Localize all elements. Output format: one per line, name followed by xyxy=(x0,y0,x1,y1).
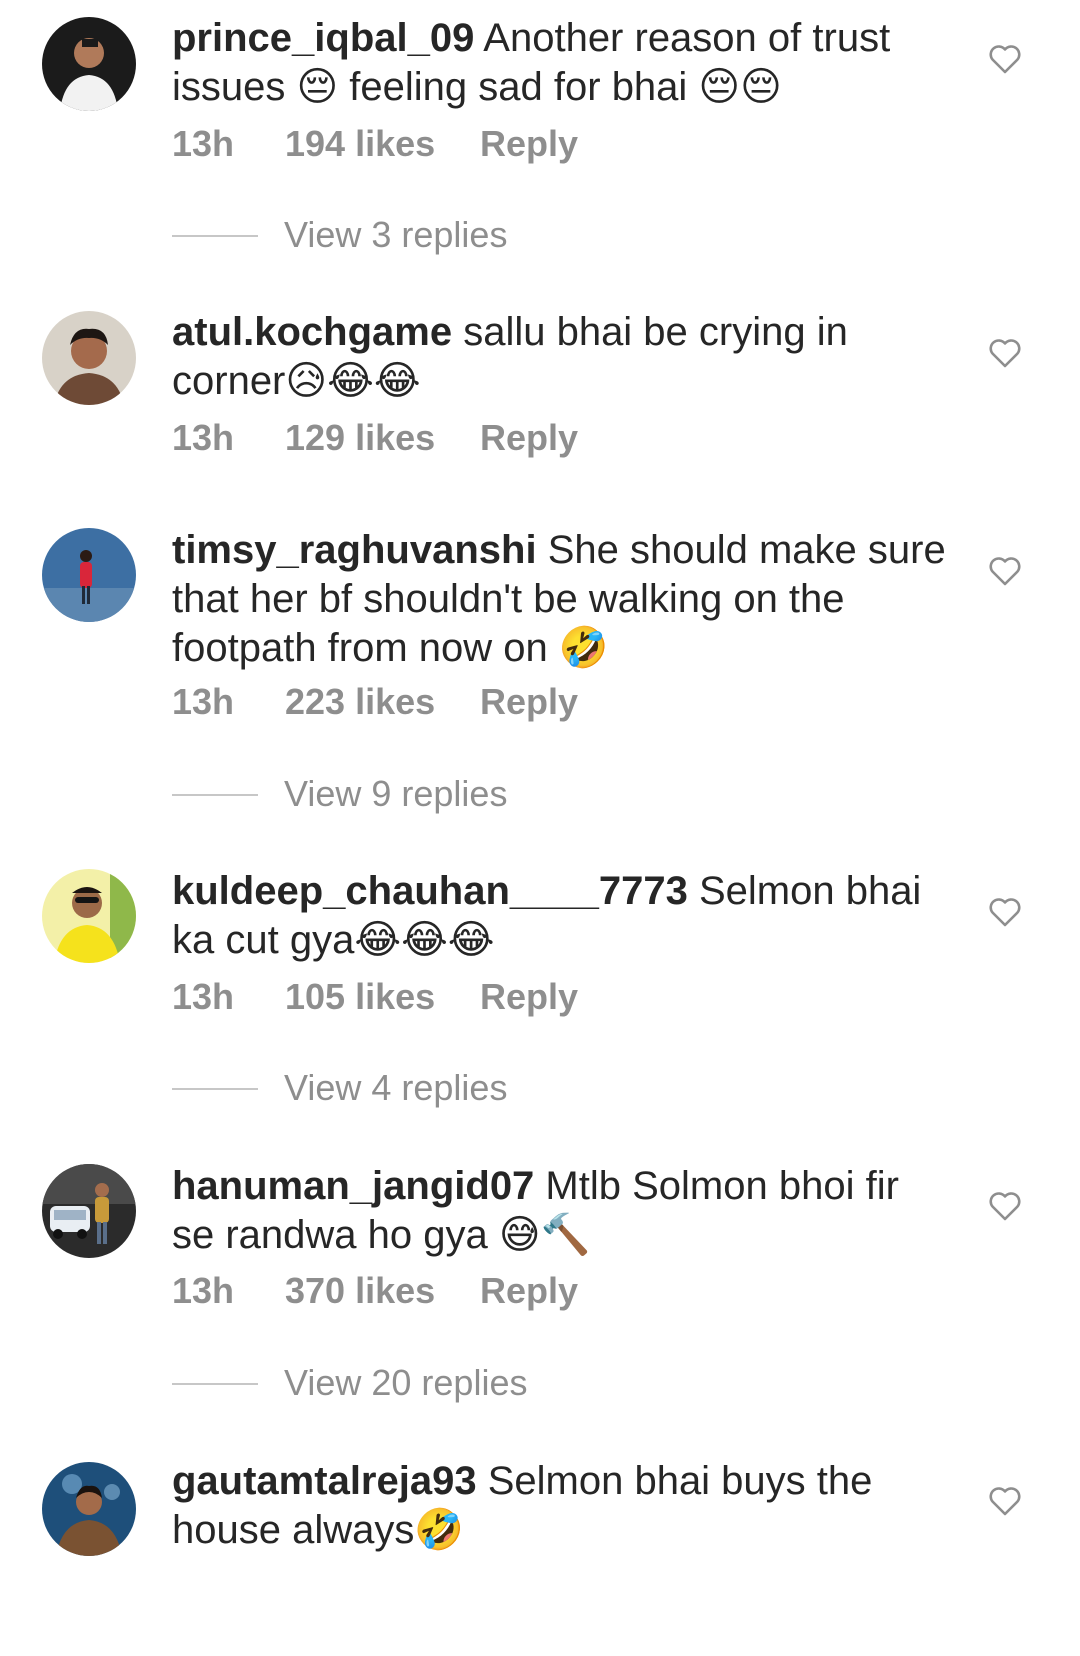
reply-button[interactable]: Reply xyxy=(480,975,578,1019)
heart-outline-icon[interactable] xyxy=(988,337,1022,369)
comment-time: 13h xyxy=(172,417,235,458)
avatar[interactable] xyxy=(42,311,136,405)
heart-outline-icon[interactable] xyxy=(988,1190,1022,1222)
avatar[interactable] xyxy=(42,869,136,963)
comment-meta: 13h 370 likes Reply xyxy=(172,1269,578,1313)
replies-divider xyxy=(172,235,258,237)
heart-outline-icon[interactable] xyxy=(988,555,1022,587)
avatar[interactable] xyxy=(42,528,136,622)
comment-text: prince_iqbal_09 Another reason of trust … xyxy=(172,14,952,112)
comment-username[interactable]: kuldeep_chauhan____7773 xyxy=(172,869,688,913)
comment-username[interactable]: hanuman_jangid07 xyxy=(172,1164,534,1208)
comment-meta: 13h 129 likes Reply xyxy=(172,416,578,460)
heart-outline-icon[interactable] xyxy=(988,896,1022,928)
comment-text: kuldeep_chauhan____7773 Selmon bhai ka c… xyxy=(172,867,952,965)
replies-divider xyxy=(172,1088,258,1090)
view-replies-label: View 3 replies xyxy=(284,214,508,255)
comment-likes[interactable]: 194 likes xyxy=(285,122,480,166)
view-replies-label: View 9 replies xyxy=(284,773,508,814)
comment-meta: 13h 194 likes Reply xyxy=(172,122,578,166)
reply-button[interactable]: Reply xyxy=(480,680,578,724)
comment-text: gautamtalreja93 Selmon bhai buys the hou… xyxy=(172,1457,952,1555)
comment-text: atul.kochgame sallu bhai be crying in co… xyxy=(172,308,952,406)
comment-username[interactable]: timsy_raghuvanshi xyxy=(172,528,537,572)
comment-text: timsy_raghuvanshi She should make sure t… xyxy=(172,526,952,673)
reply-button[interactable]: Reply xyxy=(480,1269,578,1313)
comment-time: 13h xyxy=(172,1270,235,1311)
avatar[interactable] xyxy=(42,1164,136,1258)
comment-username[interactable]: gautamtalreja93 xyxy=(172,1459,477,1503)
reply-button[interactable]: Reply xyxy=(480,122,578,166)
comment-likes[interactable]: 129 likes xyxy=(285,416,480,460)
comment-username[interactable]: prince_iqbal_09 xyxy=(172,16,474,60)
view-replies-label: View 20 replies xyxy=(284,1362,528,1403)
comment-username[interactable]: atul.kochgame xyxy=(172,310,452,354)
comment-meta: 13h 105 likes Reply xyxy=(172,975,578,1019)
heart-outline-icon[interactable] xyxy=(988,43,1022,75)
avatar[interactable] xyxy=(42,17,136,111)
comment-time: 13h xyxy=(172,681,235,722)
comment-time: 13h xyxy=(172,123,235,164)
comment-likes[interactable]: 370 likes xyxy=(285,1269,480,1313)
comment-likes[interactable]: 105 likes xyxy=(285,975,480,1019)
comment-likes[interactable]: 223 likes xyxy=(285,680,480,724)
heart-outline-icon[interactable] xyxy=(988,1485,1022,1517)
view-replies-label: View 4 replies xyxy=(284,1067,508,1108)
comment-text: hanuman_jangid07 Mtlb Solmon bhoi fir se… xyxy=(172,1162,952,1260)
replies-divider xyxy=(172,1383,258,1385)
reply-button[interactable]: Reply xyxy=(480,416,578,460)
avatar[interactable] xyxy=(42,1462,136,1556)
comment-time: 13h xyxy=(172,976,235,1017)
comment-meta: 13h 223 likes Reply xyxy=(172,680,578,724)
replies-divider xyxy=(172,794,258,796)
